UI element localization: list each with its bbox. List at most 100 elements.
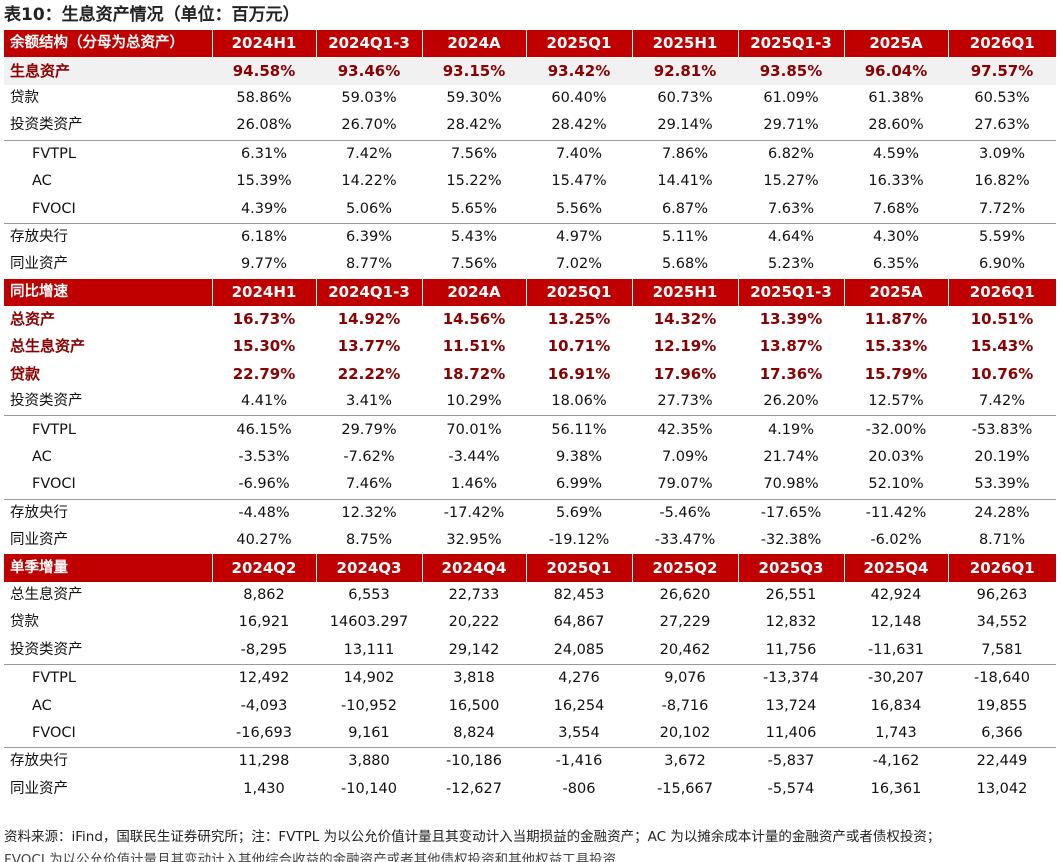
table-cell: 56.11% [526, 415, 632, 444]
table-cell: -19.12% [548, 532, 610, 549]
column-header: 2024Q4 [422, 554, 527, 582]
table-cell: 5.69% [526, 498, 632, 528]
table-cell: 12.32% [316, 498, 422, 528]
table-cell: -53.83% [948, 415, 1056, 444]
table-row: 生息资产 94.58% 93.46% 93.15% 93.42% 92.81% 93.85%… [4, 57, 1056, 85]
table-cell: 21.74% [763, 449, 819, 466]
table-cell: -4,093 [240, 697, 288, 714]
table-cell: 3.41% [345, 393, 393, 410]
column-header: 2025Q1 [526, 554, 633, 582]
table-cell: 3,880 [316, 747, 422, 776]
column-header: 2025H1 [632, 30, 739, 58]
row-label: FVOCI [32, 724, 76, 741]
table-cell: 28.42% [446, 117, 502, 134]
table-cell: 5.59% [948, 222, 1056, 252]
table-cell: 34,552 [976, 614, 1028, 631]
table-cell: 26.08% [236, 117, 292, 134]
row-label: 贷款 [10, 364, 41, 383]
table-cell: 28.60% [868, 117, 924, 134]
table-row: 投资类资产 26.08% 26.70% 28.42% 28.42% 29.14% 29.71… [4, 112, 1056, 140]
table-row: 贷款 58.86% 59.03% 59.30% 60.40% 60.73% 61.09% 61… [4, 85, 1056, 112]
table-cell: 26,551 [765, 587, 817, 603]
table-cell: 6.18% [212, 222, 316, 252]
row-label: 贷款 [10, 614, 39, 631]
table-cell: 14.56% [442, 310, 506, 329]
table-cell: -17.42% [422, 498, 526, 528]
table-cell: -5,574 [767, 780, 815, 797]
table-cell: 14.22% [341, 173, 397, 190]
table-cell: 10.29% [446, 393, 502, 410]
source-note: 资料来源：iFind，国联民生证券研究所；注：FVTPL 为以公允价值计量且其变… [4, 829, 941, 845]
table-cell: 14.92% [337, 310, 401, 329]
table-row: FVOCI -16,693 9,161 8,824 3,554 20,102 11,406 1… [4, 720, 1056, 748]
table-cell: 11.87% [864, 310, 928, 329]
table-cell: 13,111 [343, 641, 395, 658]
table-cell: 16,361 [870, 780, 922, 797]
column-header: 2024Q1-3 [316, 278, 423, 306]
table-cell: 15.43% [970, 337, 1034, 356]
table-cell: 7.72% [978, 200, 1026, 217]
column-header: 2024Q3 [316, 554, 423, 582]
table-row: 总生息资产 15.30% 13.77% 11.51% 10.71% 12.19% 13.87… [4, 333, 1056, 360]
section-title: 同比增速 [4, 278, 213, 306]
row-label: 存放央行 [4, 222, 212, 252]
table-cell: 16.73% [232, 310, 296, 329]
table-cell: 22,733 [448, 587, 500, 603]
table-cell: 14.41% [657, 173, 713, 190]
table-cell: 94.58% [212, 57, 316, 85]
table-cell: 10.76% [970, 364, 1034, 383]
table-cell: 4,276 [526, 663, 632, 693]
table-cell: 5.23% [767, 256, 815, 273]
section-header-row: 余额结构（分母为总资产） 2024H1 2024Q1-3 2024A 2025Q1 202… [4, 30, 1056, 58]
column-header: 2026Q1 [948, 30, 1056, 58]
table-cell: 13.39% [759, 310, 823, 329]
table-cell: 27.63% [974, 117, 1030, 134]
table-cell: 7.42% [316, 139, 422, 168]
table-cell: 7.40% [526, 139, 632, 168]
table-cell: 14,902 [316, 663, 422, 693]
table-cell: 9,076 [632, 663, 738, 693]
table-cell: 27,229 [659, 614, 711, 631]
table-cell: 14603.297 [329, 614, 409, 631]
table-cell: 52.10% [868, 476, 924, 493]
table-cell: -5.46% [632, 498, 738, 528]
table-cell: 7.56% [450, 256, 498, 273]
table-cell: 61.38% [868, 89, 924, 106]
table-cell: 13.77% [337, 337, 401, 356]
table-cell: 64,867 [553, 614, 605, 631]
row-label: 同业资产 [10, 780, 68, 797]
table-cell: 13,724 [765, 697, 817, 714]
table-cell: -7.62% [343, 449, 395, 466]
table-cell: 16,921 [238, 614, 290, 631]
row-label: AC [32, 449, 52, 466]
table-cell: -6.96% [238, 476, 290, 493]
table-cell: -16,693 [236, 724, 292, 741]
row-label: AC [32, 173, 52, 190]
table-cell: -11,631 [868, 641, 924, 658]
column-header: 2025H1 [632, 278, 739, 306]
table-cell: 4.64% [738, 222, 844, 252]
table-cell: -10,186 [422, 747, 526, 776]
row-label: AC [32, 697, 52, 714]
table-cell: 8.77% [345, 256, 393, 273]
table-cell: 59.30% [446, 89, 502, 106]
row-label: 总生息资产 [10, 337, 86, 356]
table-cell: 20.03% [868, 449, 924, 466]
table-cell: 11,756 [765, 641, 817, 658]
table-cell: 27.73% [657, 393, 713, 410]
column-header: 2024Q2 [212, 554, 317, 582]
table-cell: 26.70% [341, 117, 397, 134]
table-cell: 5.68% [661, 256, 709, 273]
table-cell: 6,553 [348, 587, 390, 603]
row-label: 贷款 [10, 89, 39, 106]
row-label: 存放央行 [4, 747, 212, 776]
column-header: 2024H1 [212, 30, 317, 58]
table-cell: 5.11% [632, 222, 738, 252]
column-header: 2025Q1 [526, 30, 633, 58]
table-cell: -806 [562, 780, 596, 797]
table-cell: 16,500 [448, 697, 500, 714]
row-label: 同业资产 [10, 532, 68, 549]
table-cell: 18.06% [551, 393, 607, 410]
table-cell: 97.57% [948, 57, 1056, 85]
table-cell: 14.32% [653, 310, 717, 329]
